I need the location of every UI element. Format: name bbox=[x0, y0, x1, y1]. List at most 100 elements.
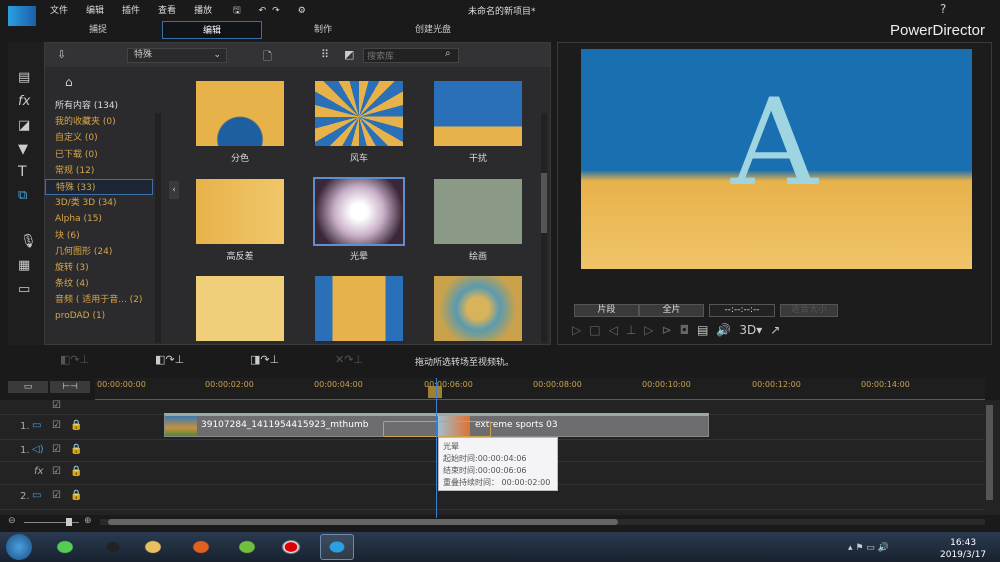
checkbox[interactable]: ☑ bbox=[52, 444, 61, 455]
grid-scrollbar[interactable] bbox=[541, 113, 547, 343]
category-item[interactable]: 我的收藏夹 (0) bbox=[45, 114, 153, 130]
horizontal-scrollbar[interactable] bbox=[100, 519, 985, 525]
tab-produce[interactable]: 制作 bbox=[273, 21, 373, 39]
taskbar-app-icon[interactable] bbox=[184, 534, 218, 560]
tab-capture[interactable]: 捕捉 bbox=[48, 21, 148, 39]
category-scrollbar[interactable] bbox=[155, 113, 161, 343]
grid-view-icon[interactable]: ⠿ bbox=[321, 48, 329, 61]
lock-icon[interactable]: 🔒 bbox=[70, 490, 82, 501]
undock-icon[interactable]: ↗ bbox=[770, 323, 788, 337]
menu-play[interactable]: 播放 bbox=[194, 6, 212, 16]
category-item[interactable]: 条纹 (4) bbox=[45, 276, 153, 292]
lock-icon[interactable]: 🔒 bbox=[70, 466, 82, 477]
transition-room-icon[interactable]: ⧉ bbox=[18, 188, 27, 203]
category-dropdown[interactable]: 特殊 ⌄ bbox=[127, 48, 227, 63]
menu-view[interactable]: 查看 bbox=[158, 6, 176, 16]
tab-edit[interactable]: 编辑 bbox=[162, 21, 262, 39]
save-icon[interactable]: 🖫 bbox=[233, 6, 241, 16]
particle-room-icon[interactable]: ▼ bbox=[18, 142, 28, 157]
menu-file[interactable]: 文件 bbox=[50, 6, 68, 16]
crossfade-icon[interactable]: ✕↷⊥ bbox=[335, 353, 363, 366]
settings-icon[interactable]: ⚙ bbox=[298, 6, 306, 16]
transition-thumb[interactable] bbox=[196, 276, 284, 341]
voiceover-icon[interactable]: 🎙 bbox=[20, 234, 37, 249]
title-room-icon[interactable]: T bbox=[18, 164, 27, 180]
menu-plugins[interactable]: 插件 bbox=[122, 6, 140, 16]
fast-forward-icon[interactable]: ⊳ bbox=[662, 323, 680, 337]
checkbox[interactable]: ☑ bbox=[52, 400, 61, 411]
taskbar-app-icon[interactable] bbox=[136, 534, 170, 560]
checkbox[interactable]: ☑ bbox=[52, 466, 61, 477]
add-icon[interactable]: 🗋 bbox=[263, 48, 272, 67]
track-manager-button[interactable]: ▭ bbox=[8, 381, 48, 393]
postfix-transition-icon[interactable]: ◨↷⊥ bbox=[250, 353, 279, 366]
fit-dropdown[interactable]: 适合大小 bbox=[780, 304, 838, 317]
category-item[interactable]: 已下载 (0) bbox=[45, 147, 153, 163]
category-item[interactable]: 自定义 (0) bbox=[45, 130, 153, 146]
transition-thumb-selected[interactable] bbox=[313, 177, 405, 246]
clock[interactable]: 16:43 2019/3/17 bbox=[940, 537, 986, 561]
fx-room-icon[interactable]: fx bbox=[18, 94, 30, 109]
lock-icon[interactable]: 🔒 bbox=[70, 420, 82, 431]
taskbar-app-icon[interactable] bbox=[230, 534, 264, 560]
category-item[interactable]: 音频 ( 适用于音... (2) bbox=[45, 292, 153, 308]
taskbar-app-icon-active[interactable] bbox=[320, 534, 354, 560]
subtitle-room-icon[interactable]: ▭ bbox=[18, 282, 30, 297]
zoom-slider[interactable]: ⊖ ⊕ bbox=[8, 516, 93, 528]
transition-thumb[interactable] bbox=[434, 179, 522, 244]
playhead-marker[interactable] bbox=[428, 386, 442, 398]
collapse-button[interactable]: ‹ bbox=[169, 181, 179, 199]
chapter-room-icon[interactable]: ▦ bbox=[18, 258, 30, 273]
category-item[interactable]: 所有内容 (134) bbox=[45, 98, 153, 114]
chevron-down-icon[interactable]: ▾ bbox=[756, 323, 770, 337]
category-item[interactable]: 几何图形 (24) bbox=[45, 244, 153, 260]
vertical-scrollbar[interactable] bbox=[986, 405, 993, 500]
tag-add-icon[interactable]: ⌂ bbox=[65, 75, 73, 89]
timeline-ruler[interactable]: 00:00:00:00 00:00:02:00 00:00:04:00 00:0… bbox=[95, 378, 985, 400]
category-item[interactable]: 旋转 (3) bbox=[45, 260, 153, 276]
split-icon[interactable]: ⊥ bbox=[626, 323, 644, 337]
pip-room-icon[interactable]: ◪ bbox=[18, 118, 30, 133]
transition-thumb[interactable] bbox=[315, 81, 403, 146]
category-item[interactable]: 常规 (12) bbox=[45, 163, 153, 179]
prev-frame-icon[interactable]: ◁ bbox=[609, 323, 626, 337]
volume-icon[interactable]: 🔊 bbox=[716, 323, 739, 337]
3d-toggle[interactable]: 3D bbox=[739, 323, 756, 337]
taskbar-app-icon[interactable] bbox=[48, 534, 82, 560]
stop-icon[interactable]: □ bbox=[589, 323, 608, 337]
transition-thumb[interactable] bbox=[196, 81, 284, 146]
lock-icon[interactable]: 🔒 bbox=[70, 444, 82, 455]
start-button[interactable] bbox=[6, 534, 32, 560]
transition-thumb[interactable] bbox=[315, 276, 403, 341]
transition-thumb[interactable] bbox=[196, 179, 284, 244]
snapshot-icon[interactable]: ◘ bbox=[680, 323, 698, 337]
resize-icon[interactable]: ◩ bbox=[344, 48, 354, 61]
import-icon[interactable]: ⇩ bbox=[57, 48, 66, 61]
redo-icon[interactable]: ↷ bbox=[272, 6, 280, 16]
movie-mode-button[interactable]: 全片 bbox=[639, 304, 704, 317]
checkbox[interactable]: ☑ bbox=[52, 490, 61, 501]
menu-edit[interactable]: 编辑 bbox=[86, 6, 104, 16]
prefix-transition-icon[interactable]: ◧↷⊥ bbox=[155, 353, 184, 366]
checkbox[interactable]: ☑ bbox=[52, 420, 61, 431]
tab-create-disc[interactable]: 创建光盘 bbox=[383, 21, 483, 39]
taskbar-app-icon[interactable] bbox=[96, 534, 130, 560]
undo-icon[interactable]: ↶ bbox=[259, 6, 267, 16]
category-item[interactable]: Alpha (15) bbox=[45, 211, 153, 227]
fit-timeline-button[interactable]: ⊢⊣ bbox=[50, 381, 90, 393]
help-button[interactable]: ? bbox=[940, 2, 946, 16]
media-room-icon[interactable]: ▤ bbox=[18, 70, 30, 85]
subtitle-icon[interactable]: ▤ bbox=[697, 323, 716, 337]
category-item[interactable]: proDAD (1) bbox=[45, 308, 153, 324]
category-item[interactable]: 3D/类 3D (34) bbox=[45, 195, 153, 211]
transition-thumb[interactable] bbox=[434, 276, 522, 341]
search-icon[interactable]: ⌕ bbox=[445, 48, 451, 59]
transition-block[interactable] bbox=[383, 421, 491, 437]
category-item[interactable]: 块 (6) bbox=[45, 228, 153, 244]
insert-transition-icon[interactable]: ◧↷⊥ bbox=[60, 353, 89, 366]
transition-thumb[interactable] bbox=[434, 81, 522, 146]
next-frame-icon[interactable]: ▷ bbox=[644, 323, 661, 337]
play-icon[interactable]: ▷ bbox=[572, 323, 589, 337]
timecode-field[interactable]: --:--:--:-- bbox=[709, 304, 775, 317]
taskbar-app-icon[interactable] bbox=[274, 534, 308, 560]
